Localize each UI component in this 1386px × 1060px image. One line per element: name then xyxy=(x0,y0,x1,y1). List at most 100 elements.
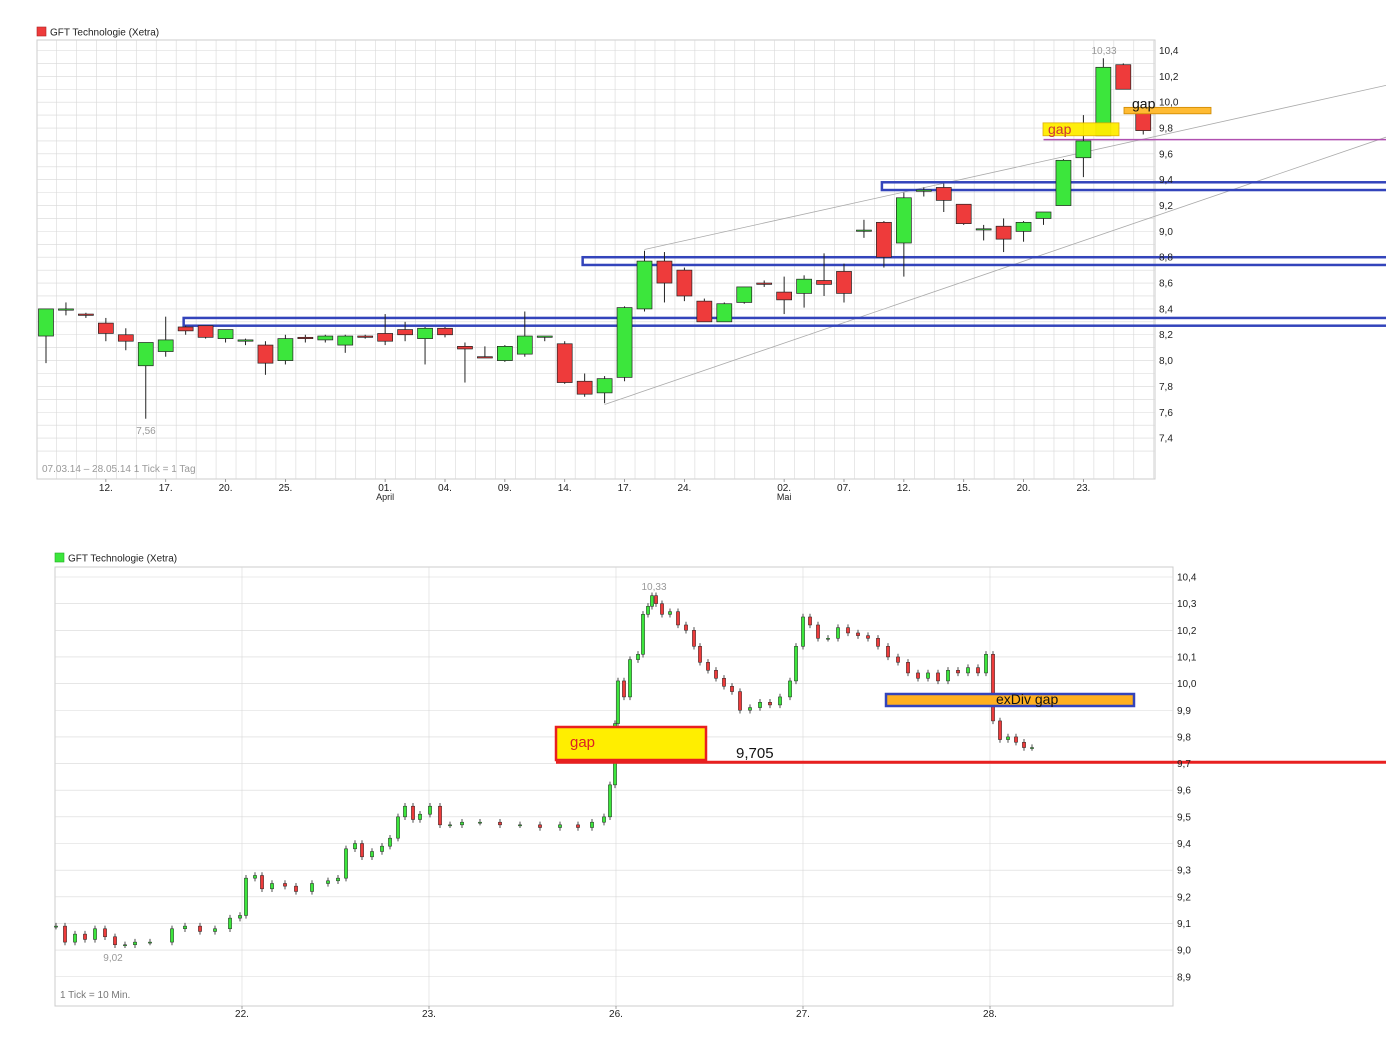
candle-body xyxy=(956,670,960,674)
y-tick-label: 9,3 xyxy=(1177,866,1191,877)
y-tick-label: 10,0 xyxy=(1177,679,1197,690)
candle-body xyxy=(698,646,702,663)
x-tick-label: 27. xyxy=(796,1009,810,1020)
candle xyxy=(698,643,702,666)
candle-body xyxy=(590,821,594,828)
candle-body xyxy=(326,880,330,884)
candle-body xyxy=(668,611,672,615)
exdiv-gap-label: exDiv gap xyxy=(996,691,1058,707)
candle xyxy=(991,651,995,725)
candle xyxy=(998,717,1002,743)
candle-body xyxy=(706,662,710,671)
candle-body xyxy=(926,672,930,679)
candle-body xyxy=(646,606,650,615)
y-tick-label: 9,2 xyxy=(1177,892,1191,903)
candle-body xyxy=(946,670,950,682)
candle xyxy=(438,802,442,829)
candle-body xyxy=(641,614,645,655)
candle xyxy=(411,802,415,823)
candle xyxy=(360,840,364,861)
y-tick-label: 10,1 xyxy=(1177,652,1197,663)
candle-body xyxy=(448,824,452,827)
legend-text: GFT Technologie (Xetra) xyxy=(68,554,177,565)
candle-body xyxy=(1030,747,1034,749)
candle-body xyxy=(616,680,620,724)
candle-body xyxy=(602,816,606,823)
intraday-candlestick-chart: gap9,705exDiv gap10,339,02 10,410,310,21… xyxy=(54,552,1386,1020)
low-value-label: 9,02 xyxy=(103,953,123,964)
candle-body xyxy=(876,638,880,647)
candle xyxy=(244,874,248,919)
candle-body xyxy=(238,915,242,919)
candle-body xyxy=(628,659,632,698)
candle-body xyxy=(966,667,970,674)
candle-body xyxy=(991,654,995,722)
candle-body xyxy=(403,805,407,818)
candle-body xyxy=(936,672,940,682)
x-axis: 22. 23. 26. 27. 28. xyxy=(235,1006,997,1020)
candle-body xyxy=(336,877,340,882)
candle-body xyxy=(558,824,562,828)
y-tick-label: 9,7 xyxy=(1177,759,1191,770)
y-tick-label: 9,9 xyxy=(1177,706,1191,717)
y-tick-label: 9,6 xyxy=(1177,786,1191,797)
candle-body xyxy=(396,816,400,839)
candle-body xyxy=(998,720,1002,740)
candle-body xyxy=(692,630,696,647)
candle-body xyxy=(984,654,988,674)
candle-body xyxy=(730,686,734,692)
candle-body xyxy=(576,824,580,828)
candle-body xyxy=(866,635,870,639)
candle-body xyxy=(353,843,357,850)
candle-body xyxy=(518,824,522,827)
y-axis: 10,4 10,3 10,2 10,1 10,0 9,9 9,8 9,7 9,6 9,5 9,4 9,… xyxy=(1177,573,1197,984)
candle-body xyxy=(213,928,217,932)
candle xyxy=(641,611,645,658)
candle-body xyxy=(83,933,87,940)
plot-area xyxy=(54,566,1174,1007)
candle-body xyxy=(478,821,482,824)
candle-body xyxy=(428,805,432,815)
candle-body xyxy=(113,936,117,946)
candle-body xyxy=(788,680,792,698)
candle-body xyxy=(836,627,840,639)
candle-body xyxy=(183,925,187,930)
candle-body xyxy=(976,667,980,674)
candle xyxy=(692,627,696,650)
candle-body xyxy=(886,646,890,658)
candle-body xyxy=(270,883,274,890)
y-tick-label: 9,1 xyxy=(1177,919,1191,930)
y-tick-label: 9,8 xyxy=(1177,732,1191,743)
y-tick-label: 10,3 xyxy=(1177,599,1197,610)
candle-body xyxy=(294,885,298,892)
candle xyxy=(984,651,988,677)
candle-body xyxy=(370,851,374,858)
candle-body xyxy=(808,616,812,626)
candle-body xyxy=(916,672,920,679)
candle-body xyxy=(133,941,137,946)
candle-body xyxy=(1006,736,1010,740)
candle-body xyxy=(846,627,850,634)
candle xyxy=(616,677,620,727)
candle-body xyxy=(906,662,910,674)
candle-body xyxy=(538,824,542,828)
candle-body xyxy=(778,696,782,706)
candle-body xyxy=(758,702,762,708)
candle-body xyxy=(63,925,67,943)
candle xyxy=(608,781,612,821)
candle-body xyxy=(684,624,688,631)
candle-body xyxy=(344,848,348,879)
candle xyxy=(676,608,680,629)
candle-body xyxy=(650,595,654,607)
gap-label: gap xyxy=(570,734,595,751)
candle-body xyxy=(801,616,805,647)
candle xyxy=(63,922,67,946)
candle xyxy=(794,643,798,685)
candle-body xyxy=(714,670,718,679)
candle-body xyxy=(438,805,442,826)
candle-body xyxy=(244,877,248,916)
info-text: 1 Tick = 10 Min. xyxy=(60,990,130,1001)
candle-body xyxy=(748,707,752,711)
high-value-label: 10,33 xyxy=(641,582,666,593)
candle-body xyxy=(388,837,392,847)
